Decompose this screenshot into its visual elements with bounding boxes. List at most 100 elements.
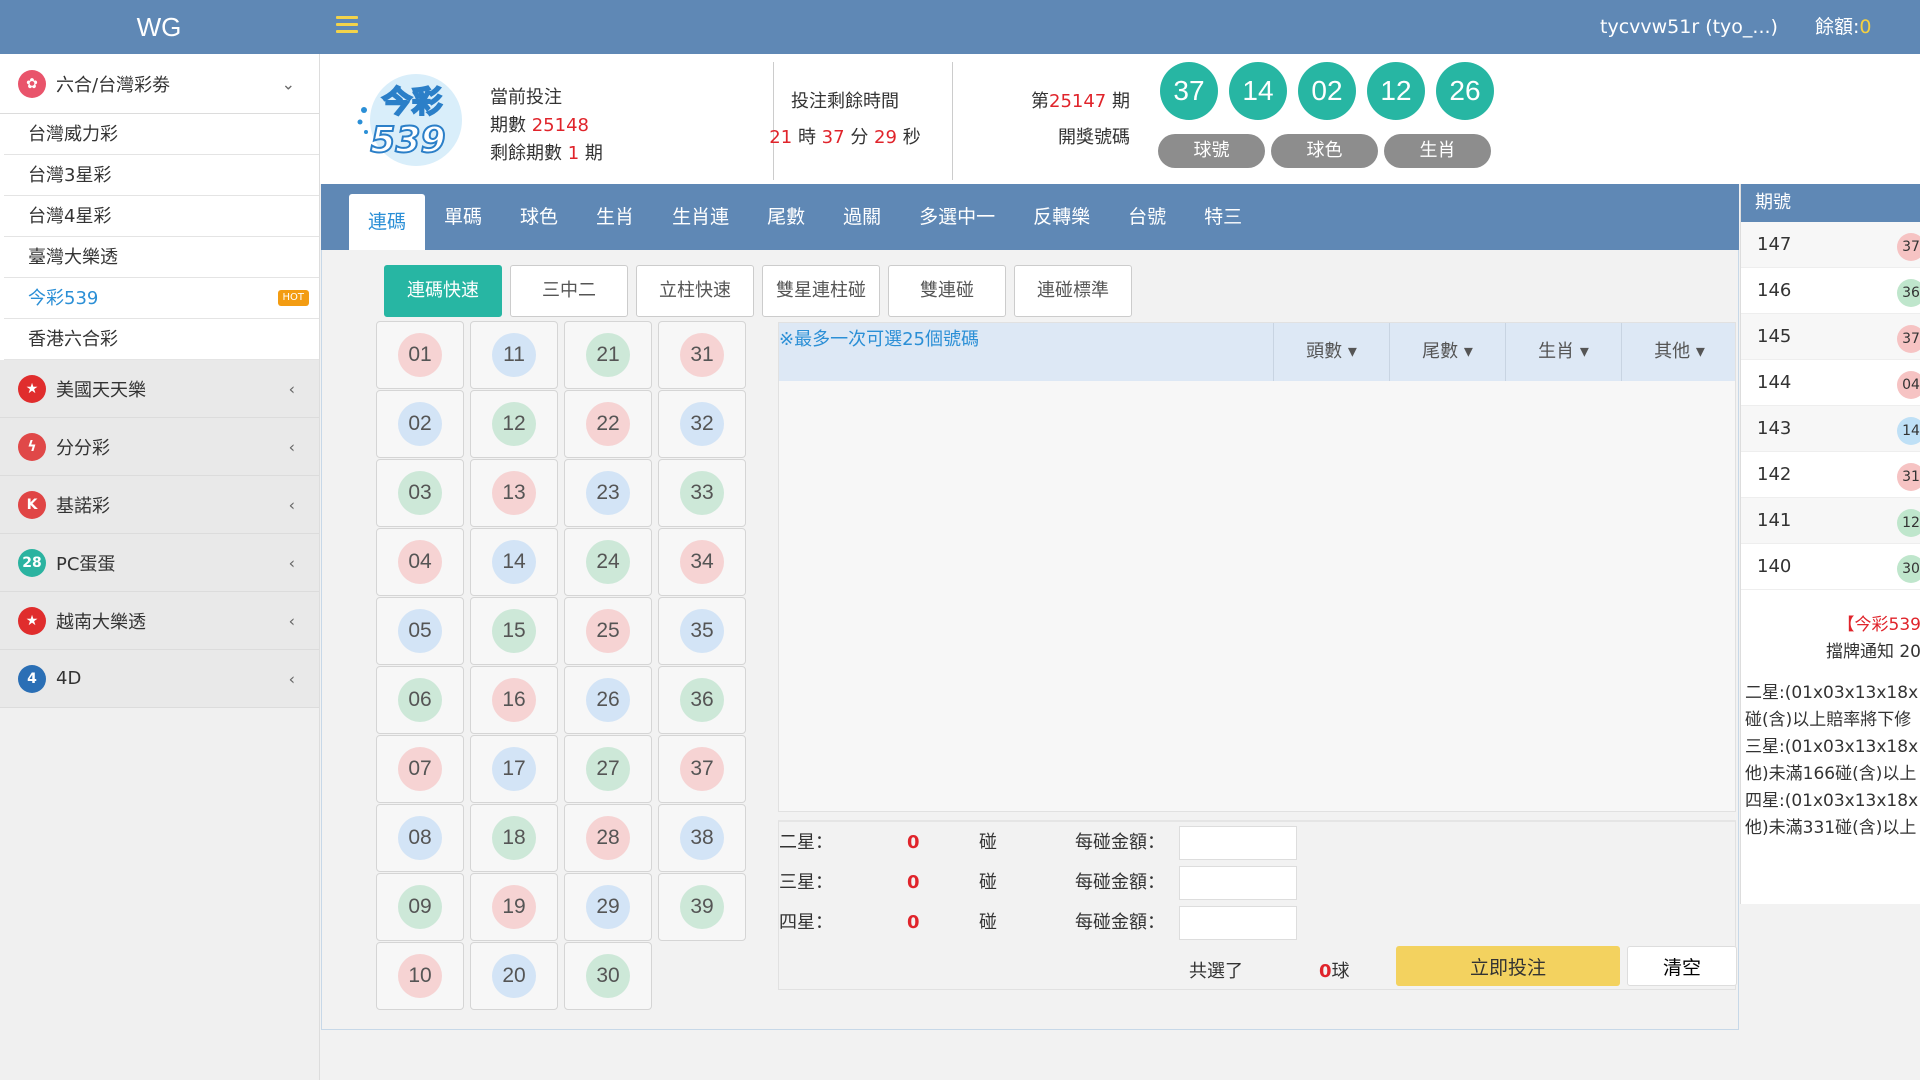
chevron-down-icon: ⌄ bbox=[281, 74, 295, 93]
number-cell[interactable]: 04 bbox=[376, 528, 464, 596]
result-row[interactable]: 144 04 bbox=[1741, 360, 1920, 406]
draw-toggle-pill[interactable]: 球號 bbox=[1158, 134, 1265, 168]
sidebar-item[interactable]: 台灣4星彩 bbox=[4, 196, 319, 237]
result-row[interactable]: 143 14 bbox=[1741, 406, 1920, 452]
number-cell[interactable]: 29 bbox=[564, 873, 652, 941]
result-row[interactable]: 141 12 bbox=[1741, 498, 1920, 544]
subtab-4[interactable]: 雙連碰 bbox=[888, 265, 1006, 317]
amount-input[interactable] bbox=[1179, 866, 1297, 900]
tab-2[interactable]: 球色 bbox=[501, 189, 577, 245]
number-cell[interactable]: 16 bbox=[470, 666, 558, 734]
tab-6[interactable]: 過關 bbox=[824, 189, 900, 245]
number-cell[interactable]: 39 bbox=[658, 873, 746, 941]
sidebar-category-0[interactable]: ✿ 六合/台灣彩劵 ⌄ bbox=[0, 54, 319, 114]
number-cell[interactable]: 31 bbox=[658, 321, 746, 389]
number-cell[interactable]: 08 bbox=[376, 804, 464, 872]
sidebar-item[interactable]: 香港六合彩 bbox=[4, 319, 319, 360]
sidebar-category-4[interactable]: 28 PC蛋蛋 ‹ bbox=[0, 534, 319, 592]
number-cell[interactable]: 25 bbox=[564, 597, 652, 665]
brand-logo[interactable]: WG bbox=[0, 0, 318, 54]
tab-5[interactable]: 尾數 bbox=[748, 189, 824, 245]
hamburger-menu-icon[interactable] bbox=[336, 12, 358, 42]
subtab-3[interactable]: 雙星連柱碰 bbox=[762, 265, 880, 317]
result-row[interactable]: 147 37 bbox=[1741, 222, 1920, 268]
number-cell[interactable]: 27 bbox=[564, 735, 652, 803]
filter-dropdown[interactable]: 其他 ▾ bbox=[1621, 323, 1737, 381]
number-cell[interactable]: 32 bbox=[658, 390, 746, 458]
filter-dropdown[interactable]: 生肖 ▾ bbox=[1505, 323, 1621, 381]
sidebar-category-3[interactable]: K 基諾彩 ‹ bbox=[0, 476, 319, 534]
sidebar-item[interactable]: 台灣威力彩 bbox=[4, 114, 319, 155]
subtab-2[interactable]: 立柱快速 bbox=[636, 265, 754, 317]
number-cell[interactable]: 07 bbox=[376, 735, 464, 803]
result-row[interactable]: 145 37 bbox=[1741, 314, 1920, 360]
number-cell[interactable]: 37 bbox=[658, 735, 746, 803]
sidebar-category-6[interactable]: 4 4D ‹ bbox=[0, 650, 319, 708]
number-cell[interactable]: 20 bbox=[470, 942, 558, 1010]
number-cell[interactable]: 30 bbox=[564, 942, 652, 1010]
result-row[interactable]: 140 30 bbox=[1741, 544, 1920, 590]
sidebar-category-2[interactable]: ϟ 分分彩 ‹ bbox=[0, 418, 319, 476]
4d-icon: 4 bbox=[18, 664, 46, 693]
number-cell[interactable]: 24 bbox=[564, 528, 652, 596]
number-cell[interactable]: 26 bbox=[564, 666, 652, 734]
number-cell[interactable]: 01 bbox=[376, 321, 464, 389]
notice-title[interactable]: 【今彩539 bbox=[1745, 612, 1920, 639]
number-cell[interactable]: 33 bbox=[658, 459, 746, 527]
subtab-5[interactable]: 連碰標準 bbox=[1014, 265, 1132, 317]
tab-4[interactable]: 生肖連 bbox=[653, 189, 748, 245]
number-cell[interactable]: 36 bbox=[658, 666, 746, 734]
draw-toggle-pill[interactable]: 球色 bbox=[1271, 134, 1378, 168]
number-cell[interactable]: 17 bbox=[470, 735, 558, 803]
number-cell[interactable]: 12 bbox=[470, 390, 558, 458]
number-cell[interactable]: 13 bbox=[470, 459, 558, 527]
number-ball: 01 bbox=[398, 333, 442, 377]
sidebar-category-5[interactable]: ★ 越南大樂透 ‹ bbox=[0, 592, 319, 650]
number-cell[interactable]: 02 bbox=[376, 390, 464, 458]
subtab-0[interactable]: 連碼快速 bbox=[384, 265, 502, 317]
filter-dropdown[interactable]: 頭數 ▾ bbox=[1273, 323, 1389, 381]
subtab-1[interactable]: 三中二 bbox=[510, 265, 628, 317]
tab-10[interactable]: 特三 bbox=[1185, 189, 1261, 245]
tab-0[interactable]: 連碼 bbox=[349, 194, 426, 250]
tab-7[interactable]: 多選中一 bbox=[900, 189, 1014, 245]
number-cell[interactable]: 38 bbox=[658, 804, 746, 872]
number-cell[interactable]: 28 bbox=[564, 804, 652, 872]
number-cell[interactable]: 18 bbox=[470, 804, 558, 872]
result-row[interactable]: 146 36 bbox=[1741, 268, 1920, 314]
last-draw-issue: 第25147 期 bbox=[1031, 91, 1130, 112]
result-ball: 12 bbox=[1897, 509, 1920, 537]
submit-bet-button[interactable]: 立即投注 bbox=[1396, 946, 1620, 986]
sidebar-item[interactable]: 台灣3星彩 bbox=[4, 155, 319, 196]
sidebar-category-1[interactable]: ★ 美國天天樂 ‹ bbox=[0, 360, 319, 418]
amount-input[interactable] bbox=[1179, 906, 1297, 940]
number-cell[interactable]: 34 bbox=[658, 528, 746, 596]
number-cell[interactable]: 06 bbox=[376, 666, 464, 734]
number-cell[interactable]: 21 bbox=[564, 321, 652, 389]
filter-dropdown[interactable]: 尾數 ▾ bbox=[1389, 323, 1505, 381]
tab-3[interactable]: 生肖 bbox=[577, 189, 653, 245]
bet-summary: 二星： 0 碰每碰金額： 三星： 0 碰每碰金額： 四星： 0 碰每碰金額： 共選了 0球 立即… bbox=[778, 820, 1737, 990]
sidebar-item[interactable]: 今彩539 HOT bbox=[4, 278, 319, 319]
amount-input[interactable] bbox=[1179, 826, 1297, 860]
number-cell[interactable]: 11 bbox=[470, 321, 558, 389]
tab-8[interactable]: 反轉樂 bbox=[1014, 189, 1109, 245]
tab-1[interactable]: 單碼 bbox=[425, 189, 501, 245]
clear-button[interactable]: 清空 bbox=[1627, 946, 1737, 986]
number-cell[interactable]: 23 bbox=[564, 459, 652, 527]
number-cell[interactable]: 22 bbox=[564, 390, 652, 458]
username[interactable]: tycvvw51r (tyo_...) bbox=[1600, 0, 1778, 54]
draw-toggle-pill[interactable]: 生肖 bbox=[1384, 134, 1491, 168]
number-cell[interactable]: 19 bbox=[470, 873, 558, 941]
number-cell[interactable]: 03 bbox=[376, 459, 464, 527]
sidebar-item[interactable]: 臺灣大樂透 bbox=[4, 237, 319, 278]
number-cell[interactable]: 14 bbox=[470, 528, 558, 596]
number-cell[interactable]: 05 bbox=[376, 597, 464, 665]
number-cell[interactable]: 10 bbox=[376, 942, 464, 1010]
number-cell[interactable]: 35 bbox=[658, 597, 746, 665]
number-ball: 14 bbox=[492, 540, 536, 584]
result-row[interactable]: 142 31 bbox=[1741, 452, 1920, 498]
tab-9[interactable]: 台號 bbox=[1109, 189, 1185, 245]
number-cell[interactable]: 09 bbox=[376, 873, 464, 941]
number-cell[interactable]: 15 bbox=[470, 597, 558, 665]
